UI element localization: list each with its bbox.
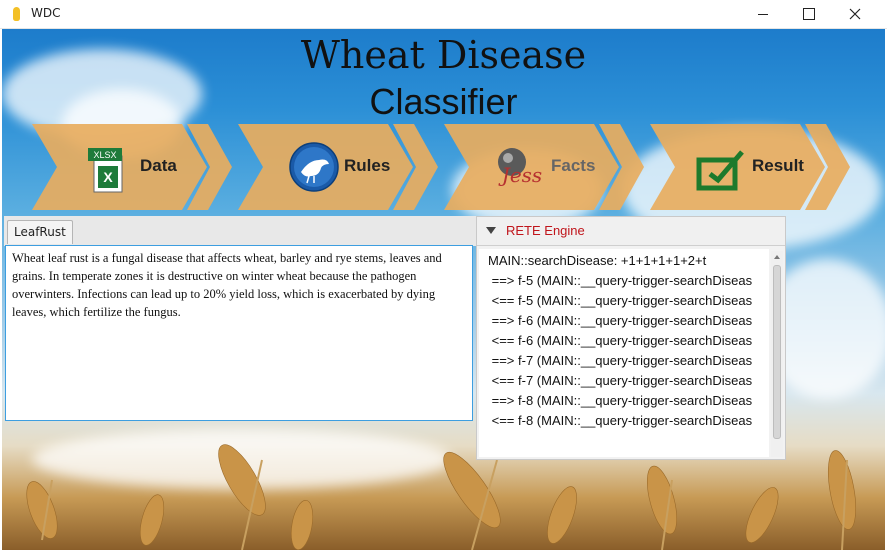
log-line: <== f-5 (MAIN::__query-trigger-searchDis… [488,293,753,308]
window-titlebar: WDC [0,0,887,29]
svg-text:Jess: Jess [498,163,542,187]
minimize-button[interactable] [740,0,786,28]
rete-engine-log[interactable]: MAIN::searchDisease: +1+1+1+1+2+t ==> f-… [479,249,769,457]
jess-logo-icon: Jess [498,148,542,187]
log-line: ==> f-6 (MAIN::__query-trigger-searchDis… [488,313,753,328]
disease-description-text[interactable]: Wheat leaf rust is a fungal disease that… [5,245,473,421]
minimize-icon [758,13,768,15]
log-line: ==> f-8 (MAIN::__query-trigger-searchDis… [488,393,753,408]
tab-leafrust[interactable]: LeafRust [7,220,73,244]
rete-engine-header[interactable]: RETE Engine [477,217,785,246]
app-title-line1: Wheat Disease [300,33,587,77]
step-facts-label: Facts [551,156,596,175]
tab-bar [4,216,477,246]
scrollbar-thumb[interactable] [773,265,781,439]
step-facts[interactable]: Jess Facts [444,124,644,210]
rete-engine-title: RETE Engine [506,223,585,238]
step-arrow-shape [650,124,850,210]
log-line: MAIN::searchDisease: +1+1+1+1+2+t [488,253,707,268]
step-result-label: Result [752,156,804,175]
app-icon [13,7,20,21]
scroll-up-arrow-icon [774,255,780,259]
window-title: WDC [31,6,61,20]
rete-engine-panel: RETE Engine MAIN::searchDisease: +1+1+1+… [476,216,786,460]
app-content: Wheat Disease Classifier XLSX X Data Rul… [2,29,885,550]
svg-text:X: X [103,169,113,185]
app-title-line2: Classifier [369,81,518,122]
svg-text:XLSX: XLSX [93,150,116,160]
step-rules-label: Rules [344,156,391,175]
step-data-label: Data [140,156,177,175]
collapse-triangle-icon [486,227,496,234]
rete-log-scrollbar[interactable] [771,251,783,457]
close-button[interactable] [832,0,878,28]
log-line: <== f-6 (MAIN::__query-trigger-searchDis… [488,333,753,348]
log-line: <== f-7 (MAIN::__query-trigger-searchDis… [488,373,753,388]
log-line: <== f-8 (MAIN::__query-trigger-searchDis… [488,413,753,428]
log-line: ==> f-7 (MAIN::__query-trigger-searchDis… [488,353,753,368]
bird-globe-icon [289,142,339,192]
log-line: ==> f-5 (MAIN::__query-trigger-searchDis… [488,273,753,288]
step-data[interactable]: XLSX X Data [32,124,232,210]
maximize-icon [803,8,815,20]
close-icon [849,8,861,20]
step-arrow-shape [32,124,232,210]
excel-file-icon: XLSX X [88,148,123,193]
step-rules[interactable]: Rules [238,124,438,210]
step-result[interactable]: Result [650,124,850,210]
maximize-button[interactable] [786,0,832,28]
result-checkbox-icon [696,150,744,191]
